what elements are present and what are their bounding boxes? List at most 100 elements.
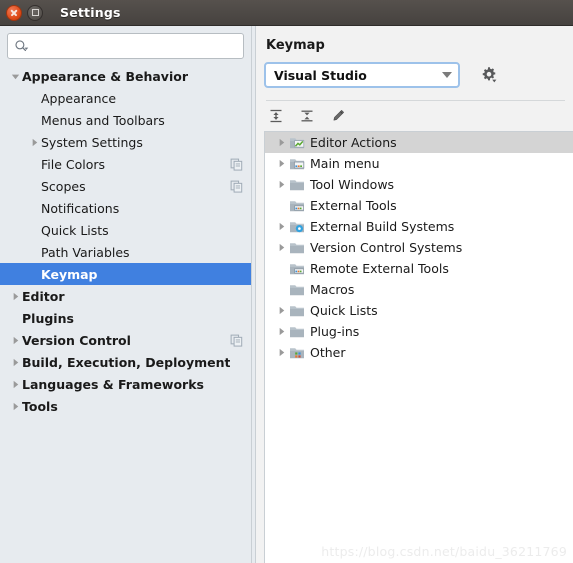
collapse-all-icon[interactable] bbox=[296, 105, 318, 127]
keymap-select[interactable]: Visual Studio bbox=[264, 62, 460, 88]
sidebar-item-label: Menus and Toolbars bbox=[41, 112, 165, 128]
sidebar-item-path-variables[interactable]: Path Variables bbox=[0, 241, 251, 263]
action-tree-row[interactable]: Other bbox=[265, 342, 573, 363]
sidebar-item-label: Version Control bbox=[22, 332, 131, 348]
copy-settings-icon[interactable] bbox=[230, 158, 243, 171]
keymap-toolbar bbox=[256, 101, 573, 131]
action-tree-label: Remote External Tools bbox=[310, 261, 449, 276]
search-input[interactable] bbox=[31, 34, 237, 58]
folder-icon bbox=[289, 324, 305, 340]
sidebar-item-build-execution-deployment[interactable]: Build, Execution, Deployment bbox=[0, 351, 251, 373]
action-tree-row[interactable]: Macros bbox=[265, 279, 573, 300]
action-tree-label: Version Control Systems bbox=[310, 240, 463, 255]
sidebar-item-tools[interactable]: Tools bbox=[0, 395, 251, 417]
sidebar-item-appearance[interactable]: Appearance bbox=[0, 87, 251, 109]
chevron-right-icon[interactable] bbox=[8, 357, 22, 368]
chevron-right-icon[interactable] bbox=[8, 379, 22, 390]
action-tree-row[interactable]: External Tools bbox=[265, 195, 573, 216]
close-button[interactable] bbox=[6, 4, 22, 21]
sidebar-item-languages-frameworks[interactable]: Languages & Frameworks bbox=[0, 373, 251, 395]
chevron-right-icon[interactable] bbox=[273, 326, 289, 337]
sidebar-item-label: Path Variables bbox=[41, 244, 130, 260]
chevron-right-icon[interactable] bbox=[8, 401, 22, 412]
action-tree-label: Tool Windows bbox=[310, 177, 395, 192]
sidebar-item-label: Editor bbox=[22, 288, 65, 304]
expand-all-icon[interactable] bbox=[265, 105, 287, 127]
sidebar-item-appearance-behavior[interactable]: Appearance & Behavior bbox=[0, 65, 251, 87]
action-tree-label: Macros bbox=[310, 282, 355, 297]
sidebar-item-label: Appearance bbox=[41, 90, 117, 106]
settings-sidebar: Appearance & Behavior Appearance Menus and… bbox=[0, 26, 251, 563]
keymap-select-row: Visual Studio bbox=[256, 62, 573, 88]
folder-build-icon bbox=[289, 219, 305, 235]
folder-tools-icon bbox=[289, 261, 305, 277]
sidebar-item-keymap[interactable]: Keymap bbox=[0, 263, 251, 285]
edit-shortcut-icon[interactable] bbox=[327, 105, 349, 127]
search-box[interactable] bbox=[7, 33, 244, 59]
chevron-down-icon[interactable] bbox=[8, 71, 22, 82]
keymap-action-tree[interactable]: Editor Actions Main menu Tool Windows Exter… bbox=[264, 131, 573, 563]
chevron-right-icon[interactable] bbox=[27, 137, 41, 148]
sidebar-item-quick-lists[interactable]: Quick Lists bbox=[0, 219, 251, 241]
action-tree-row[interactable]: Remote External Tools bbox=[265, 258, 573, 279]
folder-icon bbox=[289, 282, 305, 298]
action-tree-row[interactable]: Tool Windows bbox=[265, 174, 573, 195]
settings-category-tree[interactable]: Appearance & Behavior Appearance Menus and… bbox=[0, 64, 251, 563]
folder-tools-icon bbox=[289, 198, 305, 214]
keymap-select-value: Visual Studio bbox=[274, 67, 367, 83]
sidebar-item-plugins[interactable]: Plugins bbox=[0, 307, 251, 329]
copy-settings-icon[interactable] bbox=[230, 334, 243, 347]
chevron-right-icon[interactable] bbox=[273, 137, 289, 148]
chevron-right-icon[interactable] bbox=[273, 305, 289, 316]
action-tree-row[interactable]: External Build Systems bbox=[265, 216, 573, 237]
sidebar-item-label: Build, Execution, Deployment bbox=[22, 354, 231, 370]
search-icon bbox=[14, 39, 29, 54]
action-tree-row[interactable]: Plug-ins bbox=[265, 321, 573, 342]
chevron-right-icon[interactable] bbox=[273, 221, 289, 232]
chevron-right-icon[interactable] bbox=[8, 335, 22, 346]
action-tree-row[interactable]: Version Control Systems bbox=[265, 237, 573, 258]
sidebar-item-system-settings[interactable]: System Settings bbox=[0, 131, 251, 153]
chevron-right-icon[interactable] bbox=[273, 347, 289, 358]
keymap-panel: Keymap Visual Studio Editor Actions Main… bbox=[256, 26, 573, 563]
sidebar-item-editor[interactable]: Editor bbox=[0, 285, 251, 307]
search-container bbox=[0, 26, 251, 64]
action-tree-row[interactable]: Editor Actions bbox=[265, 132, 573, 153]
page-title: Keymap bbox=[266, 38, 325, 53]
sidebar-item-label: Plugins bbox=[22, 310, 74, 326]
sidebar-item-label: Quick Lists bbox=[41, 222, 109, 238]
window-body: Appearance & Behavior Appearance Menus and… bbox=[0, 26, 573, 563]
action-tree-label: Quick Lists bbox=[310, 303, 378, 318]
folder-icon bbox=[289, 177, 305, 193]
action-tree-label: Main menu bbox=[310, 156, 380, 171]
chevron-right-icon[interactable] bbox=[273, 242, 289, 253]
action-tree-label: External Build Systems bbox=[310, 219, 455, 234]
settings-window: Settings Appearance & Behavior Appearance bbox=[0, 0, 573, 563]
sidebar-item-version-control[interactable]: Version Control bbox=[0, 329, 251, 351]
chevron-right-icon[interactable] bbox=[273, 158, 289, 169]
sidebar-item-label: Tools bbox=[22, 398, 58, 414]
sidebar-item-label: Keymap bbox=[41, 266, 98, 282]
sidebar-item-menus-and-toolbars[interactable]: Menus and Toolbars bbox=[0, 109, 251, 131]
action-tree-label: Editor Actions bbox=[310, 135, 397, 150]
sidebar-item-label: File Colors bbox=[41, 156, 106, 172]
action-tree-row[interactable]: Main menu bbox=[265, 153, 573, 174]
maximize-button[interactable] bbox=[27, 4, 43, 21]
copy-settings-icon[interactable] bbox=[230, 180, 243, 193]
chevron-right-icon[interactable] bbox=[273, 179, 289, 190]
action-tree-row[interactable]: Quick Lists bbox=[265, 300, 573, 321]
window-titlebar: Settings bbox=[0, 0, 573, 26]
folder-other-icon bbox=[289, 345, 305, 361]
folder-menu-icon bbox=[289, 156, 305, 172]
sidebar-item-notifications[interactable]: Notifications bbox=[0, 197, 251, 219]
gear-icon[interactable] bbox=[478, 64, 500, 86]
sidebar-item-file-colors[interactable]: File Colors bbox=[0, 153, 251, 175]
sidebar-item-label: System Settings bbox=[41, 134, 143, 150]
folder-icon bbox=[289, 303, 305, 319]
folder-icon bbox=[289, 240, 305, 256]
sidebar-item-label: Scopes bbox=[41, 178, 86, 194]
chevron-right-icon[interactable] bbox=[8, 291, 22, 302]
sidebar-item-scopes[interactable]: Scopes bbox=[0, 175, 251, 197]
action-tree-label: Other bbox=[310, 345, 346, 360]
window-title: Settings bbox=[60, 5, 121, 20]
